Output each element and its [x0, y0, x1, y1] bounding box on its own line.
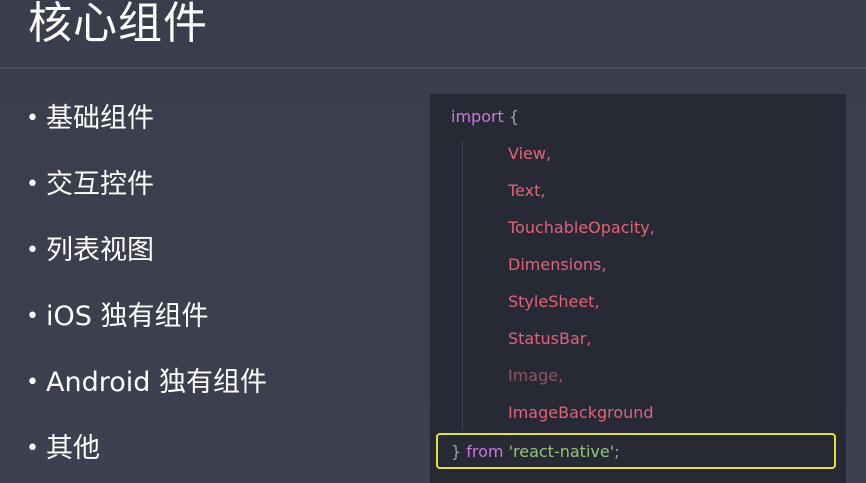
bullet-text: iOS 独有组件 — [46, 301, 209, 332]
import-keyword: import — [451, 107, 504, 126]
bullet-item: • Android 独有组件 — [26, 358, 267, 424]
bullet-item: • 其他 — [26, 424, 267, 483]
code-import-item: ImageBackground — [508, 403, 654, 422]
slide: 核心组件 • 基础组件 • 交互控件 • 列表视图 • iOS 独有组件 • Androi… — [0, 0, 866, 483]
highlight-box — [436, 433, 836, 469]
bullet-text: 交互控件 — [46, 169, 154, 200]
bullet-text: 其他 — [46, 433, 100, 464]
code-import-item: StyleSheet, — [508, 292, 600, 311]
bullet-text: Android 独有组件 — [46, 367, 267, 398]
bullet-item: • 交互控件 — [26, 160, 267, 226]
open-brace: { — [508, 107, 520, 126]
bullet-item: • 基础组件 — [26, 94, 267, 160]
code-import-item-unused: Image, — [508, 366, 564, 385]
bullet-dot: • — [26, 370, 39, 395]
code-import-item: View, — [508, 144, 552, 163]
bullet-text: 基础组件 — [46, 103, 154, 134]
slide-title: 核心组件 — [28, 0, 208, 49]
code-line-import: import { — [451, 98, 519, 135]
code-import-item: TouchableOpacity, — [508, 218, 655, 237]
bullet-dot: • — [26, 436, 39, 461]
bullet-list: • 基础组件 • 交互控件 • 列表视图 • iOS 独有组件 • Android 独有组… — [26, 94, 267, 483]
bullet-dot: • — [26, 238, 39, 263]
bullet-dot: • — [26, 172, 39, 197]
bullet-item: • 列表视图 — [26, 226, 267, 292]
code-import-item: Text, — [508, 181, 546, 200]
code-import-item: StatusBar, — [508, 329, 592, 348]
bullet-dot: • — [26, 304, 39, 329]
code-import-item: Dimensions, — [508, 255, 607, 274]
bullet-dot: • — [26, 106, 39, 131]
bullet-item: • iOS 独有组件 — [26, 292, 267, 358]
title-divider — [0, 67, 866, 69]
bullet-text: 列表视图 — [46, 235, 154, 266]
indent-guide — [462, 140, 463, 430]
